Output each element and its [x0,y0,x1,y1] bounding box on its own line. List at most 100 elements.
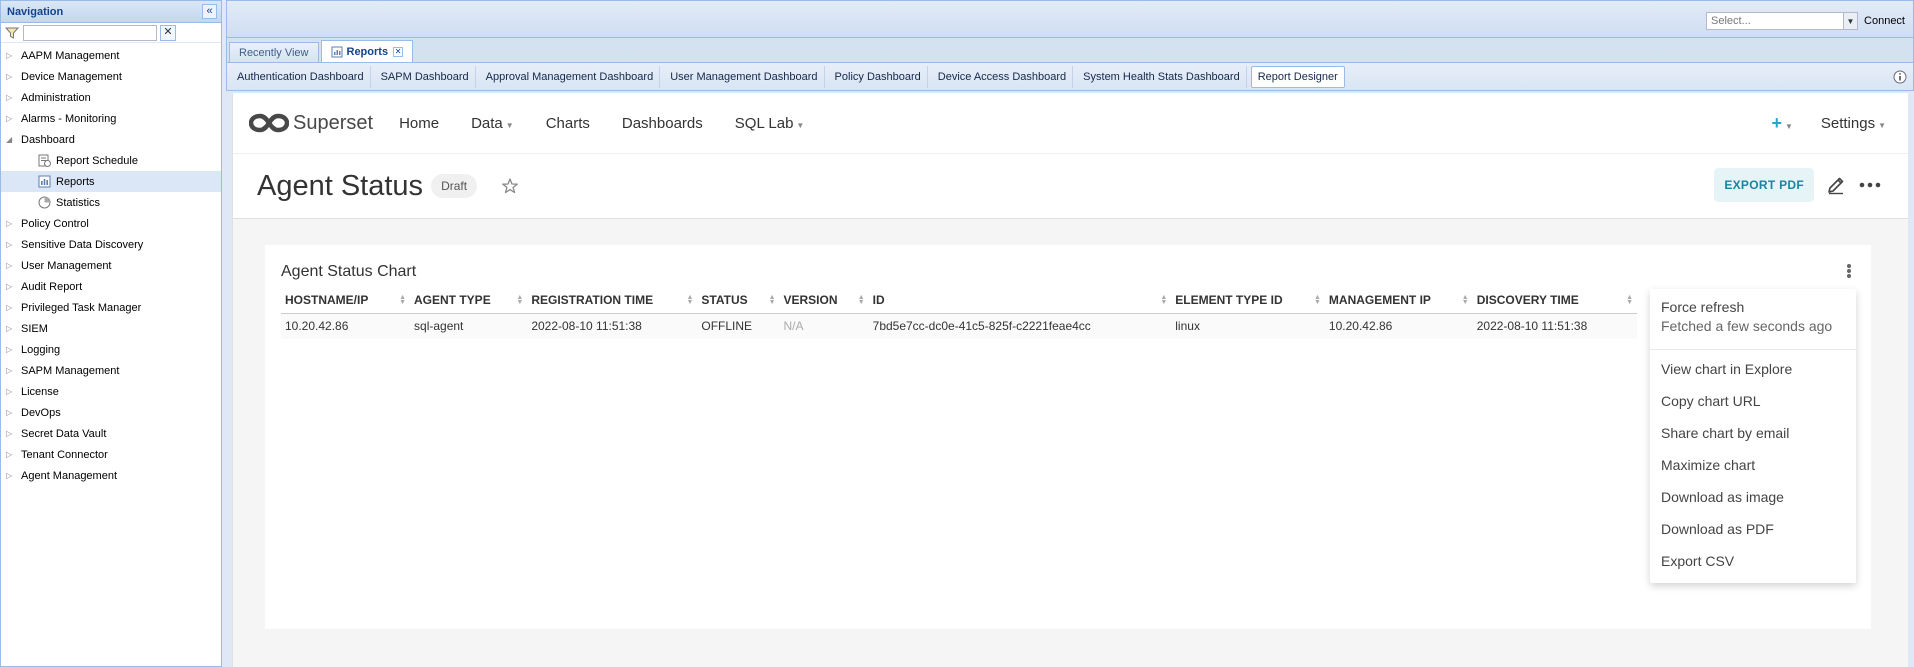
add-new-button[interactable]: + ▼ [1771,113,1792,134]
subtab-system-health-stats-dashboard[interactable]: System Health Stats Dashboard [1077,65,1247,88]
favorite-star-icon[interactable] [501,177,519,195]
sort-icon[interactable]: ▲ ▼ [399,294,406,306]
collapsed-arrow-icon[interactable]: ▷ [6,219,16,228]
subtab-report-designer[interactable]: Report Designer [1250,65,1345,88]
nav-item-administration[interactable]: ▷ Administration [1,87,221,108]
nav-item-aapm-management[interactable]: ▷ AAPM Management [1,45,221,66]
menu-dashboards[interactable]: Dashboards [622,115,703,132]
collapsed-arrow-icon[interactable]: ▷ [6,408,16,417]
dashboard-actions: EXPORT PDF [1714,168,1882,202]
column-header[interactable]: ID ▲ ▼ [868,287,1172,314]
menu-home[interactable]: Home [399,115,439,132]
nav-item-statistics[interactable]: Statistics [1,192,221,213]
chevron-down-icon[interactable]: ▼ [1843,13,1858,29]
connection-select[interactable]: Select... ▼ [1706,12,1859,30]
collapsed-arrow-icon[interactable]: ▷ [6,282,16,291]
menu-item-view-chart-in-explore[interactable]: View chart in Explore [1650,353,1856,385]
sort-icon[interactable]: ▲ ▼ [1314,294,1321,306]
column-header[interactable]: VERSION ▲ ▼ [779,287,869,314]
collapse-panel-button[interactable]: « [202,4,217,19]
subtab-policy-dashboard[interactable]: Policy Dashboard [829,65,928,88]
nav-item-reports[interactable]: Reports [1,171,221,192]
column-header[interactable]: HOSTNAME/IP ▲ ▼ [281,287,411,314]
nav-item-user-management[interactable]: ▷ User Management [1,255,221,276]
nav-item-report-schedule[interactable]: Report Schedule [1,150,221,171]
nav-item-siem[interactable]: ▷ SIEM [1,318,221,339]
info-icon[interactable] [1893,70,1907,84]
table-cell: 2022-08-10 11:51:38 [1472,313,1637,339]
nav-item-sensitive-data-discovery[interactable]: ▷ Sensitive Data Discovery [1,234,221,255]
menu-item-download-as-image[interactable]: Download as image [1650,481,1856,513]
menu-data[interactable]: Data ▼ [471,115,514,132]
sort-icon[interactable]: ▲ ▼ [1626,294,1633,306]
collapsed-arrow-icon[interactable]: ▷ [6,303,16,312]
column-header[interactable]: REGISTRATION TIME ▲ ▼ [527,287,698,314]
nav-item-tenant-connector[interactable]: ▷ Tenant Connector [1,444,221,465]
tab-reports[interactable]: Reports ✕ [320,40,414,62]
subtab-user-management-dashboard[interactable]: User Management Dashboard [664,65,825,88]
collapsed-arrow-icon[interactable]: ▷ [6,471,16,480]
collapsed-arrow-icon[interactable]: ▷ [6,429,16,438]
settings-menu[interactable]: Settings ▼ [1821,115,1886,132]
menu-item-copy-chart-url[interactable]: Copy chart URL [1650,385,1856,417]
tab-recently-view[interactable]: Recently View [229,42,319,62]
collapsed-arrow-icon[interactable]: ▷ [6,450,16,459]
collapsed-arrow-icon[interactable]: ▷ [6,93,16,102]
column-header[interactable]: DISCOVERY TIME ▲ ▼ [1472,287,1637,314]
nav-item-dashboard[interactable]: ◢ Dashboard [1,129,221,150]
nav-item-agent-management[interactable]: ▷ Agent Management [1,465,221,486]
collapsed-arrow-icon[interactable]: ▷ [6,261,16,270]
column-header[interactable]: MANAGEMENT IP ▲ ▼ [1324,287,1473,314]
nav-item-license[interactable]: ▷ License [1,381,221,402]
column-header[interactable]: STATUS ▲ ▼ [697,287,780,314]
collapsed-arrow-icon[interactable]: ▷ [6,114,16,123]
nav-item-secret-data-vault[interactable]: ▷ Secret Data Vault [1,423,221,444]
clear-filter-button[interactable]: ✕ [160,24,176,41]
dashboard-title[interactable]: Agent Status [257,170,423,203]
close-tab-icon[interactable]: ✕ [393,46,404,57]
collapsed-arrow-icon[interactable]: ▷ [6,240,16,249]
menu-item-export-csv[interactable]: Export CSV [1650,545,1856,577]
expanded-arrow-icon[interactable]: ◢ [6,135,16,144]
nav-item-audit-report[interactable]: ▷ Audit Report [1,276,221,297]
subtab-device-access-dashboard[interactable]: Device Access Dashboard [932,65,1074,88]
export-pdf-button[interactable]: EXPORT PDF [1714,168,1814,202]
menu-sql-lab[interactable]: SQL Lab ▼ [735,115,805,132]
more-options-icon[interactable] [1858,173,1882,197]
collapsed-arrow-icon[interactable]: ▷ [6,345,16,354]
nav-item-devops[interactable]: ▷ DevOps [1,402,221,423]
navigation-filter-input[interactable] [23,24,157,41]
subtab-sapm-dashboard[interactable]: SAPM Dashboard [375,65,476,88]
sort-icon[interactable]: ▲ ▼ [686,294,693,306]
collapsed-arrow-icon[interactable]: ▷ [6,366,16,375]
superset-logo[interactable]: Superset [249,112,373,135]
filter-icon[interactable] [4,25,20,41]
menu-item-download-as-pdf[interactable]: Download as PDF [1650,513,1856,545]
collapsed-arrow-icon[interactable]: ▷ [6,324,16,333]
column-header[interactable]: ELEMENT TYPE ID ▲ ▼ [1171,287,1325,314]
menu-item-maximize-chart[interactable]: Maximize chart [1650,449,1856,481]
sort-icon[interactable]: ▲ ▼ [858,294,865,306]
force-refresh-item[interactable]: Force refresh [1650,295,1856,318]
nav-item-device-management[interactable]: ▷ Device Management [1,66,221,87]
sort-icon[interactable]: ▲ ▼ [769,294,776,306]
subtab-approval-management-dashboard[interactable]: Approval Management Dashboard [480,65,661,88]
collapsed-arrow-icon[interactable]: ▷ [6,72,16,81]
sort-icon[interactable]: ▲ ▼ [1160,294,1167,306]
nav-item-privileged-task-manager[interactable]: ▷ Privileged Task Manager [1,297,221,318]
collapsed-arrow-icon[interactable]: ▷ [6,51,16,60]
menu-item-share-chart-by-email[interactable]: Share chart by email [1650,417,1856,449]
edit-pencil-icon[interactable] [1824,173,1848,197]
sort-icon[interactable]: ▲ ▼ [516,294,523,306]
nav-item-policy-control[interactable]: ▷ Policy Control [1,213,221,234]
subtab-authentication-dashboard[interactable]: Authentication Dashboard [231,65,371,88]
nav-item-alarms-monitoring[interactable]: ▷ Alarms - Monitoring [1,108,221,129]
nav-item-sapm-management[interactable]: ▷ SAPM Management [1,360,221,381]
column-header[interactable]: AGENT TYPE ▲ ▼ [410,287,528,314]
chart-menu-icon[interactable] [1845,261,1853,281]
sort-icon[interactable]: ▲ ▼ [1462,294,1469,306]
nav-item-logging[interactable]: ▷ Logging [1,339,221,360]
collapsed-arrow-icon[interactable]: ▷ [6,387,16,396]
menu-charts[interactable]: Charts [546,115,590,132]
connect-button[interactable]: Connect [1864,15,1905,27]
